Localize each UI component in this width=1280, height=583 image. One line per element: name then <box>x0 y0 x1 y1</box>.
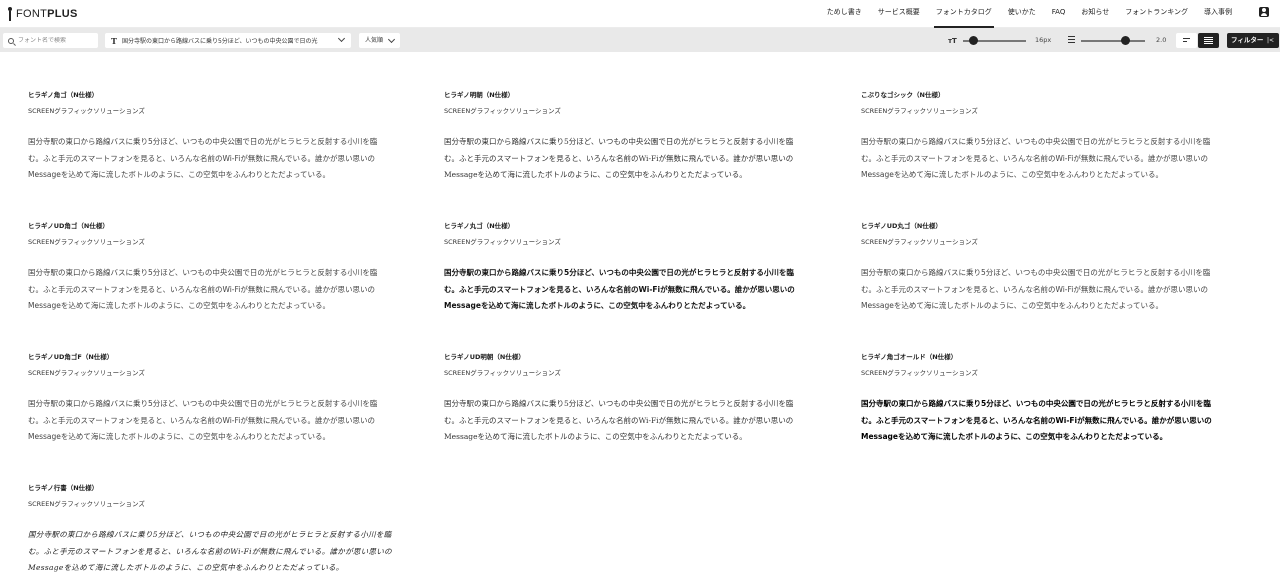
sample-line: 国分寺駅の東口から路線バスに乗り5分ほど、いつもの中央公園で日の光がヒラヒラと反… <box>444 399 794 408</box>
nav-item-news[interactable]: お知らせ <box>1073 0 1117 28</box>
font-foundry: SCREENグラフィックソリューションズ <box>861 238 978 246</box>
chevron-down-icon <box>387 35 396 44</box>
font-foundry: SCREENグラフィックソリューションズ <box>28 500 145 508</box>
font-plus-logo[interactable]: FONTPLUS <box>7 5 78 23</box>
font-foundry: SCREENグラフィックソリューションズ <box>444 238 561 246</box>
line-height-slider-track[interactable] <box>1081 40 1145 42</box>
font-search-box <box>3 33 98 48</box>
font-plus-mark-icon <box>7 6 13 22</box>
sample-text-value: 国分寺駅の東口から路線バスに乗り5分ほど、いつもの中央公園で日の光 <box>121 38 318 45</box>
sample-line: 国分寺駅の東口から路線バスに乗り5分ほど、いつもの中央公園で日の光がヒラヒラと反… <box>861 268 1211 277</box>
font-sample-text: 国分寺駅の東口から路線バスに乗り5分ほど、いつもの中央公園で日の光がヒラヒラと反… <box>861 134 1261 184</box>
account-icon[interactable] <box>1259 7 1269 17</box>
font-sample-text: 国分寺駅の東口から路線バスに乗り5分ほど、いつもの中央公園で日の光がヒラヒラと反… <box>444 396 844 446</box>
sample-line: む。ふと手元のスマートフォンを見ると、いろんな名前のWi-Fiが無数に飛んでいる… <box>861 153 1208 163</box>
font-foundry: SCREENグラフィックソリューションズ <box>861 107 978 115</box>
sample-line: む。ふと手元のスマートフォンを見ると、いろんな名前のWi-Fiが無数に飛んでいる… <box>444 153 794 163</box>
sample-line: む。ふと手元のスマートフォンを見ると、いろんな名前のWi-Fiが無数に飛んでいる… <box>444 415 794 425</box>
font-foundry: SCREENグラフィックソリューションズ <box>28 238 145 246</box>
sample-line: 国分寺駅の東口から路線バスに乗り5分ほど、いつもの中央公園で日の光がヒラヒラと反… <box>861 137 1211 146</box>
font-foundry: SCREENグラフィックソリューションズ <box>28 107 145 115</box>
logo-text-bold: PLUS <box>47 8 78 20</box>
filter-button[interactable]: フィルター |< <box>1227 33 1279 48</box>
font-name[interactable]: ヒラギノUD角ゴF（N仕様） <box>28 351 113 361</box>
sample-line: Messageを込めて海に流したボトルのように、この空気中をふんわりとただよって… <box>444 170 747 179</box>
sample-line: 国分寺駅の東口から路線バスに乗り5分ほど、いつもの中央公園で日の光がヒラヒラと反… <box>861 399 1211 408</box>
font-size-value: 16px <box>1035 36 1052 44</box>
font-sample-text: 国分寺駅の東口から路線バスに乗り5分ほど、いつもの中央公園で日の光がヒラヒラと反… <box>28 396 428 446</box>
nav-item-case-studies[interactable]: 導入事例 <box>1196 0 1240 28</box>
sample-line: Messageを込めて海に流したボトルのように、この空気中をふんわりとただよって… <box>28 170 331 179</box>
sample-line: 国分寺駅の東口から路線バスに乗り5分ほど、いつもの中央公園で日の光がヒラヒラと反… <box>28 530 392 539</box>
font-sample-text: 国分寺駅の東口から路線バスに乗り5分ほど、いつもの中央公園で日の光がヒラヒラと反… <box>444 265 844 315</box>
collapse-filter-icon[interactable]: |< <box>1267 33 1274 48</box>
font-name[interactable]: ヒラギノ明朝（N仕様） <box>444 89 514 99</box>
sample-line: む。ふと手元のスマートフォンを見ると、いろんな名前のWi-Fiが無数に飛んでいる… <box>861 284 1208 294</box>
font-sample-text: 国分寺駅の東口から路線バスに乗り5分ほど、いつもの中央公園で日の光がヒラヒラと反… <box>861 265 1261 315</box>
font-sample-text: 国分寺駅の東口から路線バスに乗り5分ほど、いつもの中央公園で日の光がヒラヒラと反… <box>28 134 428 184</box>
filter-label: フィルター <box>1231 36 1264 44</box>
font-sample-text: 国分寺駅の東口から路線バスに乗り5分ほど、いつもの中央公園で日の光がヒラヒラと反… <box>28 527 428 577</box>
line-height-icon <box>1068 36 1075 44</box>
chevron-down-icon <box>337 34 346 43</box>
nav-item-service-overview[interactable]: サービス概要 <box>870 0 928 28</box>
sample-line: む。ふと手元のスマートフォンを見ると、いろんな名前のWi-Fiが無数に飛んでいる… <box>861 415 1212 425</box>
sample-line: Messageを込めて海に流したボトルのように、この空気中をふんわりとただよって… <box>28 432 331 441</box>
nav-item-font-catalog[interactable]: フォントカタログ <box>928 0 1000 28</box>
sample-line: Messageを込めて海に流したボトルのように、この空気中をふんわりとただよって… <box>861 432 1168 441</box>
sample-line: 国分寺駅の東口から路線バスに乗り5分ほど、いつもの中央公園で日の光がヒラヒラと反… <box>28 399 378 408</box>
sample-line: む。ふと手元のスマートフォンを見ると、いろんな名前のWi-Fiが無数に飛んでいる… <box>28 415 375 425</box>
sort-select[interactable]: 人気順 <box>359 33 400 48</box>
nav-item-how-to-use[interactable]: 使いかた <box>1000 0 1044 28</box>
font-name[interactable]: ヒラギノ角ゴオールド（N仕様） <box>861 351 957 361</box>
sample-line: 国分寺駅の東口から路線バスに乗り5分ほど、いつもの中央公園で日の光がヒラヒラと反… <box>28 137 378 146</box>
line-height-value: 2.0 <box>1156 36 1167 44</box>
font-foundry: SCREENグラフィックソリューションズ <box>444 369 561 377</box>
font-name[interactable]: ヒラギノUD丸ゴ（N仕様） <box>861 220 942 230</box>
text-type-icon: T <box>111 35 117 46</box>
sample-line: 国分寺駅の東口から路線バスに乗り5分ほど、いつもの中央公園で日の光がヒラヒラと反… <box>28 268 378 277</box>
logo-text: FONTPLUS <box>16 8 78 20</box>
font-name[interactable]: ヒラギノUD明朝（N仕様） <box>444 351 525 361</box>
font-foundry: SCREENグラフィックソリューションズ <box>444 107 561 115</box>
nav-item-trial-writing[interactable]: ためし書き <box>819 0 870 28</box>
font-name[interactable]: こぶりなゴシック（N仕様） <box>861 89 944 99</box>
font-sample-text: 国分寺駅の東口から路線バスに乗り5分ほど、いつもの中央公園で日の光がヒラヒラと反… <box>28 265 428 315</box>
font-name[interactable]: ヒラギノUD角ゴ（N仕様） <box>28 220 109 230</box>
sample-line: 国分寺駅の東口から路線バスに乗り5分ほど、いつもの中央公園で日の光がヒラヒラと反… <box>444 268 794 277</box>
font-name[interactable]: ヒラギノ行書（N仕様） <box>28 482 98 492</box>
logo-text-thin: FONT <box>16 8 48 20</box>
line-height-slider-knob[interactable] <box>1120 36 1130 45</box>
font-foundry: SCREENグラフィックソリューションズ <box>28 369 145 377</box>
top-header: FONTPLUS ためし書き サービス概要 フォントカタログ 使いかた FAQ … <box>0 0 1280 28</box>
sample-line: Messageを込めて海に流したボトルのように、この空気中をふんわりとただよって… <box>444 301 751 310</box>
font-size-icon: тT <box>948 37 957 45</box>
font-search-input[interactable] <box>18 37 92 44</box>
list-view-button[interactable] <box>1198 33 1219 48</box>
nav-item-faq[interactable]: FAQ <box>1044 0 1074 28</box>
font-name[interactable]: ヒラギノ角ゴ（N仕様） <box>28 89 98 99</box>
sample-line: Messageを込めて海に流したボトルのように、この空気中をふんわりとただよって… <box>28 563 344 572</box>
sort-selected-label: 人気順 <box>365 37 384 44</box>
catalog-toolbar: T 国分寺駅の東口から路線バスに乗り5分ほど、いつもの中央公園で日の光 人気順 … <box>0 28 1280 52</box>
sample-line: Messageを込めて海に流したボトルのように、この空気中をふんわりとただよって… <box>861 301 1164 310</box>
search-icon <box>8 37 14 44</box>
sample-line: Messageを込めて海に流したボトルのように、この空気中をふんわりとただよって… <box>28 301 331 310</box>
sample-line: む。ふと手元のスマートフォンを見ると、いろんな名前のWi-Fiが無数に飛んでいる… <box>28 546 392 556</box>
font-foundry: SCREENグラフィックソリューションズ <box>861 369 978 377</box>
font-sample-text: 国分寺駅の東口から路線バスに乗り5分ほど、いつもの中央公園で日の光がヒラヒラと反… <box>861 396 1261 446</box>
align-left-view-button[interactable] <box>1176 33 1197 48</box>
nav-item-font-ranking[interactable]: フォントランキング <box>1117 0 1196 28</box>
main-nav: ためし書き サービス概要 フォントカタログ 使いかた FAQ お知らせ フォント… <box>819 0 1240 28</box>
sample-line: Messageを込めて海に流したボトルのように、この空気中をふんわりとただよって… <box>444 432 747 441</box>
sample-line: む。ふと手元のスマートフォンを見ると、いろんな名前のWi-Fiが無数に飛んでいる… <box>28 153 375 163</box>
sample-text-select[interactable]: T 国分寺駅の東口から路線バスに乗り5分ほど、いつもの中央公園で日の光 <box>105 33 351 48</box>
font-name[interactable]: ヒラギノ丸ゴ（N仕様） <box>444 220 514 230</box>
font-size-slider-knob[interactable] <box>969 36 979 45</box>
sample-line: む。ふと手元のスマートフォンを見ると、いろんな名前のWi-Fiが無数に飛んでいる… <box>444 284 795 294</box>
sample-line: む。ふと手元のスマートフォンを見ると、いろんな名前のWi-Fiが無数に飛んでいる… <box>28 284 375 294</box>
sample-line: Messageを込めて海に流したボトルのように、この空気中をふんわりとただよって… <box>861 170 1164 179</box>
sample-line: 国分寺駅の東口から路線バスに乗り5分ほど、いつもの中央公園で日の光がヒラヒラと反… <box>444 137 794 146</box>
font-sample-text: 国分寺駅の東口から路線バスに乗り5分ほど、いつもの中央公園で日の光がヒラヒラと反… <box>444 134 844 184</box>
